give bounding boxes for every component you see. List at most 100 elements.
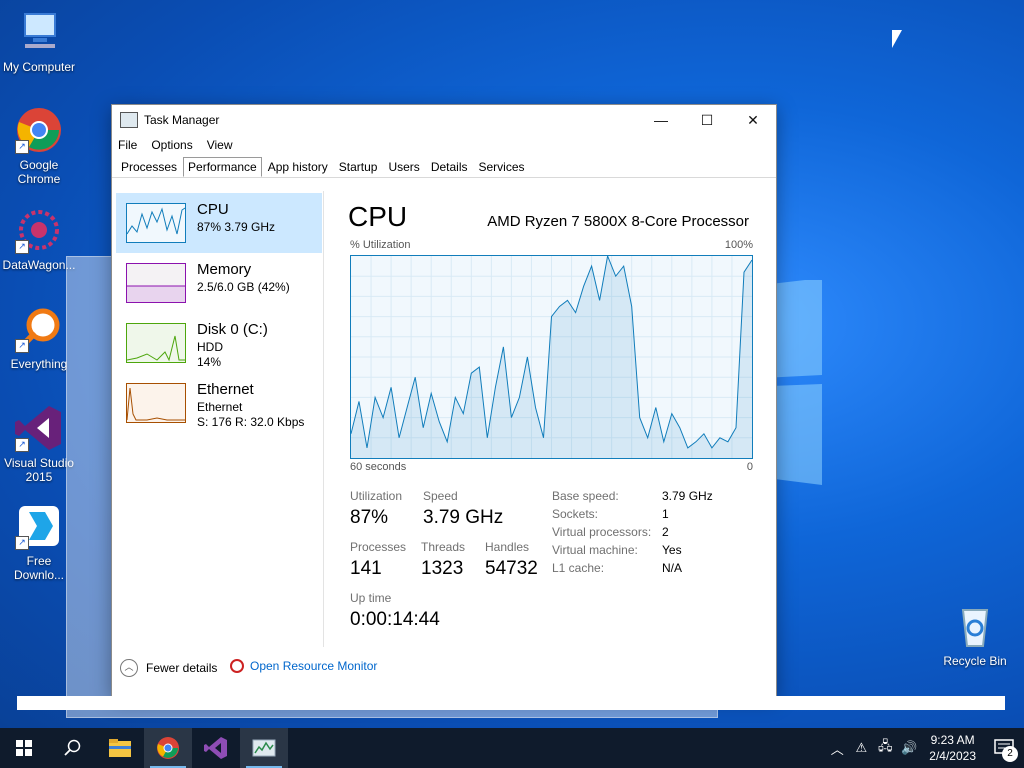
spec-value: N/A — [662, 561, 683, 575]
menu-file[interactable]: File — [118, 138, 137, 152]
tab-bar: Processes Performance App history Startu… — [112, 155, 776, 178]
task-manager-window: Task Manager — ☐ ✕ File Options View Pro… — [111, 104, 777, 697]
cpu-thumbnail-graph — [126, 203, 186, 243]
taskbar-chrome[interactable] — [144, 728, 192, 768]
shortcut-arrow-icon: ↗ — [15, 140, 29, 154]
taskbar-visual-studio[interactable] — [192, 728, 240, 768]
clock[interactable]: 9:23 AM 2/4/2023 — [921, 732, 984, 764]
pane-divider[interactable] — [323, 191, 324, 647]
chrome-icon: ↗ — [15, 106, 63, 154]
search-button[interactable] — [48, 728, 96, 768]
resource-name: Memory — [197, 261, 252, 278]
chevron-up-icon[interactable]: ︿ — [825, 728, 849, 768]
system-tray: ︿ ⚠ 🖧 🔊 9:23 AM 2/4/2023 2 — [825, 728, 1024, 768]
resource-summary: 14% — [197, 355, 222, 369]
resource-type: HDD — [197, 340, 223, 354]
download-manager-icon: ↗ — [15, 502, 63, 550]
clock-date: 2/4/2023 — [929, 749, 976, 763]
start-button[interactable] — [0, 728, 48, 768]
chevron-up-icon: ︿ — [120, 659, 138, 677]
shortcut-arrow-icon: ↗ — [15, 438, 29, 452]
resource-item-ethernet[interactable]: Ethernet Ethernet S: 176 R: 32.0 Kbps — [116, 373, 322, 433]
clock-time: 9:23 AM — [930, 733, 975, 747]
cpu-model-name: AMD Ryzen 7 5800X 8-Core Processor — [487, 213, 749, 230]
desktop-icon-label: Recycle Bin — [943, 654, 1007, 668]
action-center-button[interactable]: 2 — [984, 728, 1024, 768]
windows-start-icon — [16, 740, 32, 756]
processes-value: 141 — [350, 558, 382, 579]
disk-thumbnail-graph — [126, 323, 186, 363]
menu-view[interactable]: View — [207, 138, 233, 152]
resource-summary: 2.5/6.0 GB (42%) — [197, 280, 290, 294]
tab-app-history[interactable]: App history — [263, 157, 333, 177]
resource-item-cpu[interactable]: CPU 87% 3.79 GHz — [116, 193, 322, 253]
title-bar[interactable]: Task Manager — ☐ ✕ — [112, 105, 776, 135]
resource-summary: S: 176 R: 32.0 Kbps — [197, 415, 305, 429]
recycle-bin-icon — [951, 602, 999, 650]
desktop-icon-label: My Computer — [2, 60, 76, 74]
menu-bar: File Options View — [112, 135, 776, 155]
spec-label: Base speed: — [552, 489, 619, 503]
speed-value: 3.79 GHz — [423, 507, 504, 528]
processes-label: Processes — [350, 540, 407, 554]
resource-monitor-icon — [230, 659, 244, 673]
resource-name: Disk 0 (C:) — [197, 321, 268, 338]
tab-services[interactable]: Services — [474, 157, 530, 177]
spec-value: 2 — [662, 525, 669, 539]
task-manager-icon — [120, 112, 138, 128]
spec-label: Virtual machine: — [552, 543, 638, 557]
visual-studio-icon: ↗ — [15, 404, 63, 452]
resource-name: CPU — [197, 201, 229, 218]
taskbar-task-manager[interactable] — [240, 728, 288, 768]
taskbar-file-explorer[interactable] — [96, 728, 144, 768]
uptime-value: 0:00:14:44 — [350, 609, 440, 630]
spec-label: L1 cache: — [552, 561, 605, 575]
taskbar: ︿ ⚠ 🖧 🔊 9:23 AM 2/4/2023 2 — [0, 728, 1024, 768]
visual-studio-icon — [204, 737, 227, 759]
tab-details[interactable]: Details — [426, 157, 473, 177]
cpu-utilization-graph — [350, 254, 753, 459]
shortcut-arrow-icon: ↗ — [15, 536, 29, 550]
maximize-button[interactable]: ☐ — [684, 105, 730, 135]
close-button[interactable]: ✕ — [730, 105, 776, 135]
graph-label: % Utilization — [350, 239, 411, 251]
fewer-details-button[interactable]: ︿ Fewer details — [120, 659, 217, 677]
network-icon[interactable]: 🖧 — [873, 728, 897, 768]
utilization-label: Utilization — [350, 489, 403, 503]
detail-heading: CPU — [348, 201, 408, 232]
tab-processes[interactable]: Processes — [116, 157, 182, 177]
desktop-icon-my-computer[interactable]: My Computer — [1, 8, 77, 74]
uptime-label: Up time — [350, 591, 392, 605]
spec-value: 3.79 GHz — [662, 489, 713, 503]
threads-value: 1323 — [421, 558, 464, 579]
white-strip — [17, 696, 1005, 710]
task-manager-icon — [252, 739, 276, 757]
monitor-icon — [15, 8, 63, 56]
open-resource-monitor-label: Open Resource Monitor — [250, 659, 378, 673]
mouse-cursor — [892, 30, 902, 48]
volume-icon[interactable]: 🔊 — [897, 728, 921, 768]
menu-options[interactable]: Options — [151, 138, 192, 152]
tab-startup[interactable]: Startup — [334, 157, 383, 177]
shortcut-arrow-icon: ↗ — [15, 339, 29, 353]
ethernet-thumbnail-graph — [126, 383, 186, 423]
open-resource-monitor-link[interactable]: Open Resource Monitor — [230, 659, 377, 673]
notification-count-badge: 2 — [1002, 746, 1018, 762]
resource-item-disk[interactable]: Disk 0 (C:) HDD 14% — [116, 313, 322, 373]
utilization-value: 87% — [350, 507, 389, 528]
desktop-icon-recycle-bin[interactable]: Recycle Bin — [937, 602, 1013, 668]
folder-icon — [109, 739, 131, 757]
graph-zero-label: 0 — [746, 461, 753, 473]
resource-list: CPU 87% 3.79 GHz Memory 2.5/6.0 GB (42%)… — [116, 191, 322, 641]
resource-name: Ethernet — [197, 381, 254, 398]
tab-users[interactable]: Users — [383, 157, 424, 177]
desktop-icon-google-chrome[interactable]: ↗ Google Chrome — [1, 106, 77, 186]
spec-value: 1 — [662, 507, 669, 521]
spec-label: Sockets: — [552, 507, 599, 521]
resource-item-memory[interactable]: Memory 2.5/6.0 GB (42%) — [116, 253, 322, 313]
search-icon — [64, 739, 81, 756]
tab-performance[interactable]: Performance — [183, 157, 262, 177]
security-center-icon[interactable]: ⚠ — [849, 728, 873, 768]
minimize-button[interactable]: — — [638, 105, 684, 135]
chrome-icon — [157, 737, 179, 759]
